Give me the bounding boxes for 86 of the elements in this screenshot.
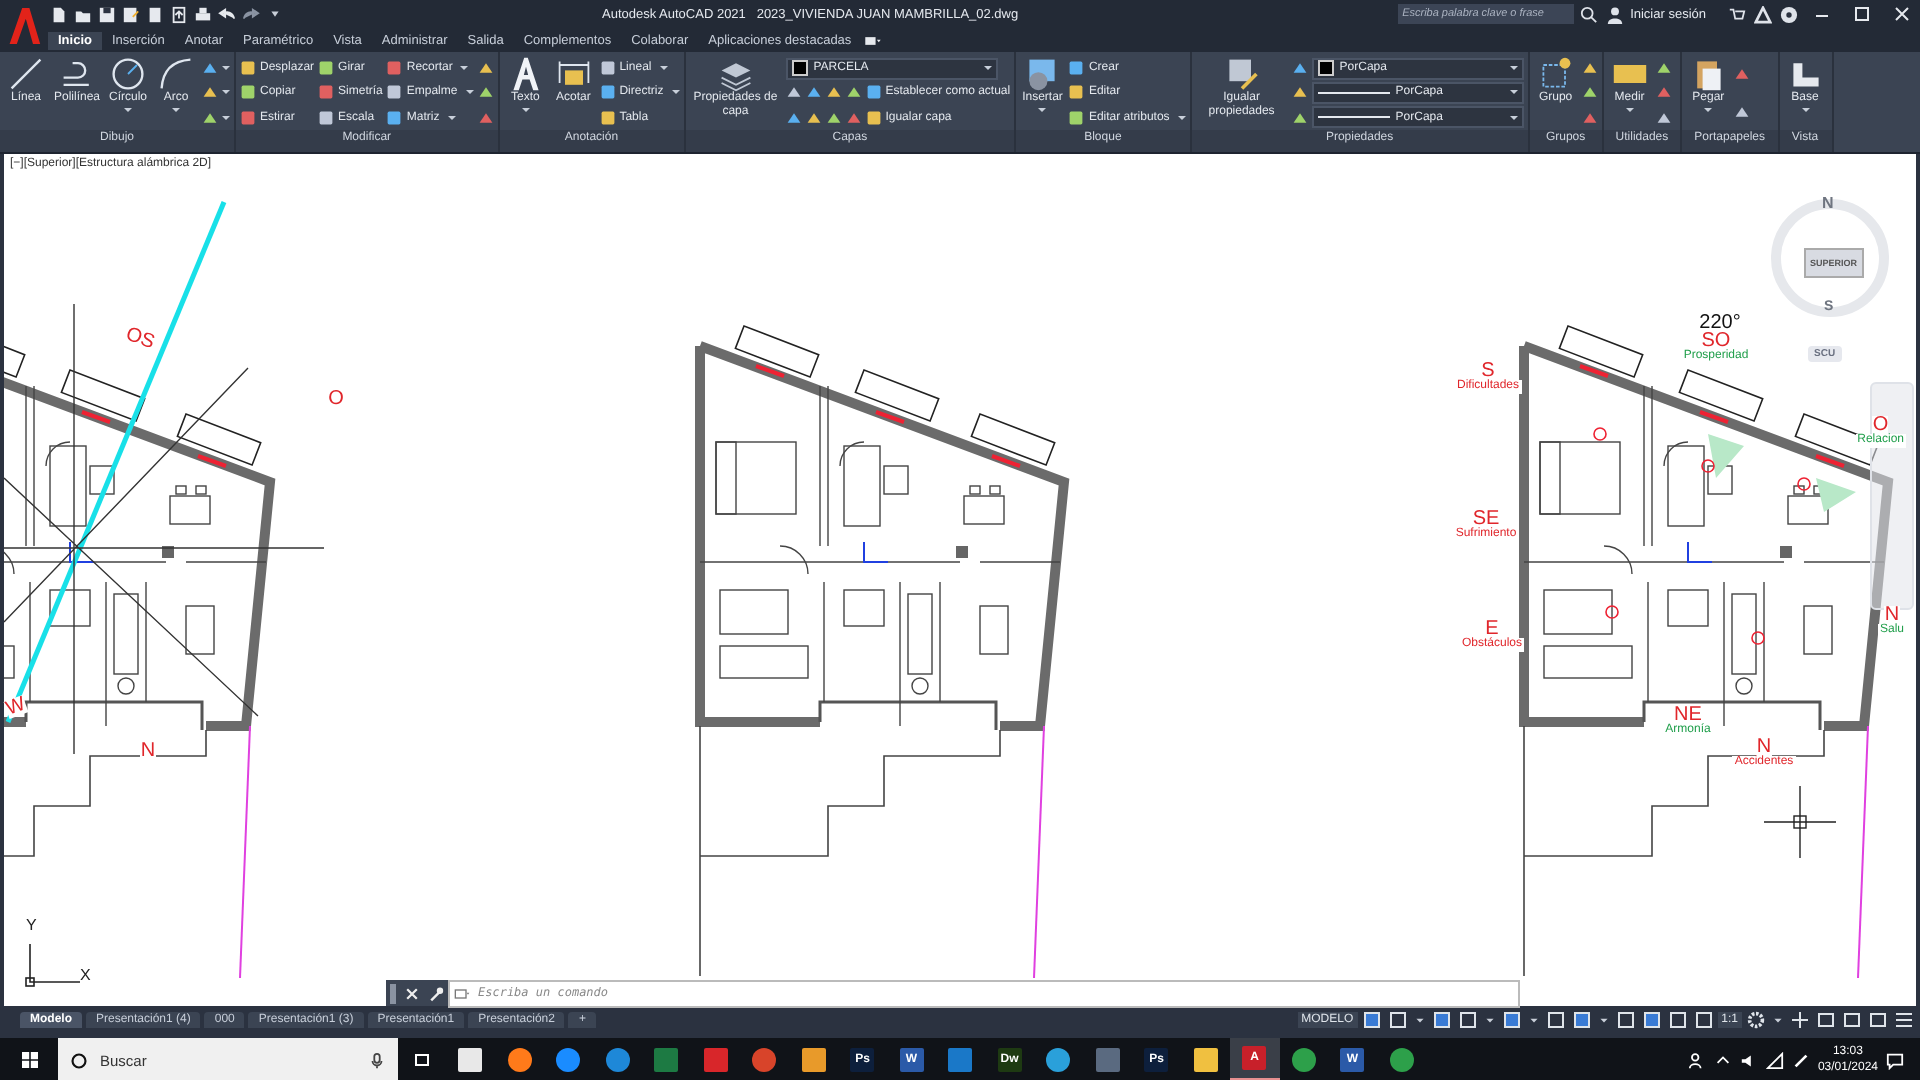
compass-label: 220° (1699, 314, 1741, 332)
tool-icon (1734, 103, 1751, 120)
ribbon-icon-button[interactable] (1655, 84, 1672, 101)
ribbon-icon-button[interactable] (825, 109, 842, 126)
ribbon-icon-button[interactable] (845, 109, 862, 126)
compass-label: O (1872, 416, 1889, 434)
ribbon-icon-button[interactable] (1291, 84, 1308, 101)
ribbon-icon-button[interactable] (785, 109, 802, 126)
viewcube-north[interactable]: N (1822, 194, 1834, 212)
ribbon-icon-button[interactable] (825, 84, 842, 101)
ribbon-icon-button[interactable] (1655, 109, 1672, 126)
chevron-up-icon[interactable] (1713, 1051, 1732, 1069)
polyline-icon (59, 56, 95, 92)
people-icon[interactable] (1687, 1051, 1706, 1069)
ribbon-icon-button[interactable] (1734, 103, 1751, 120)
ribbon-icon-button[interactable] (785, 84, 802, 101)
compass-label: OS (123, 325, 157, 353)
line-icon (8, 56, 44, 92)
panel-toggle-icon[interactable] (863, 31, 882, 49)
compass-label: E (1485, 620, 1499, 638)
ucs-icon (25, 943, 81, 987)
gear-icon[interactable] (1744, 1010, 1768, 1030)
triangle-logo-icon[interactable] (1754, 5, 1772, 23)
compass-label: W (4, 695, 28, 719)
ribbon-icon-button[interactable] (477, 109, 494, 126)
ribbon-icon-button[interactable] (1581, 84, 1598, 101)
task-view-icon[interactable] (412, 1050, 432, 1070)
microphone-icon[interactable] (368, 1051, 386, 1069)
compass-label: N (1756, 738, 1772, 756)
close-icon[interactable] (404, 985, 420, 1001)
command-prompt-icon (454, 985, 470, 1001)
windows-start-icon[interactable] (20, 1050, 40, 1070)
menu-icon[interactable] (1892, 1010, 1916, 1030)
compass-label: NE (1674, 706, 1702, 724)
compass-label: S (1481, 362, 1495, 380)
notifications-icon[interactable] (1886, 1051, 1904, 1069)
crosshair-cursor (1763, 785, 1837, 859)
ribbon-icon-button[interactable] (202, 84, 231, 101)
lineweight-line (1317, 91, 1390, 94)
color-swatch (791, 60, 808, 77)
save-as-icon[interactable] (122, 5, 140, 23)
match-properties-icon (1223, 56, 1260, 92)
save-icon[interactable] (98, 5, 116, 23)
ribbon-icon-button[interactable] (1581, 60, 1598, 77)
open-folder-icon[interactable] (74, 5, 92, 23)
ribbon-icon-button[interactable] (202, 60, 231, 77)
ribbon-icon-button[interactable] (1581, 109, 1598, 126)
compass-label: O (328, 390, 344, 408)
ribbon-icon-button[interactable] (202, 109, 231, 126)
compass-label: N (140, 742, 156, 760)
redo-icon[interactable] (242, 5, 260, 23)
search-icon (70, 1051, 88, 1069)
new-file-icon[interactable] (50, 5, 68, 23)
ribbon-icon-button[interactable] (477, 84, 494, 101)
ribbon-icon-button[interactable] (1291, 109, 1308, 126)
axis-label: X (80, 966, 91, 984)
upload-icon[interactable] (170, 5, 188, 23)
ribbon-icon-button[interactable] (477, 60, 494, 77)
compass-label: SO (1701, 332, 1731, 350)
ribbon-icon-button[interactable] (805, 84, 822, 101)
insert-block-icon (1024, 56, 1061, 92)
document-icon[interactable] (146, 5, 164, 23)
circle-icon (110, 56, 147, 92)
ribbon-icon-button[interactable] (1734, 66, 1751, 83)
viewcube-ring (1771, 199, 1889, 317)
color-swatch (1317, 60, 1334, 77)
plus-icon[interactable] (1788, 1010, 1812, 1030)
ribbon-icon-button[interactable] (845, 84, 862, 101)
wrench-icon[interactable] (428, 985, 444, 1001)
user-icon[interactable] (1606, 5, 1625, 23)
undo-icon[interactable] (218, 5, 236, 23)
arc-icon (158, 56, 195, 92)
printer-icon[interactable] (194, 5, 212, 23)
ribbon-icon-button[interactable] (1655, 60, 1672, 77)
ribbon-icon-button[interactable] (1291, 60, 1308, 77)
search-icon[interactable] (1580, 5, 1599, 23)
group-icon (1537, 56, 1574, 92)
maximize-icon[interactable] (1852, 4, 1872, 24)
axis-label: Y (26, 916, 37, 934)
cart-icon[interactable] (1728, 5, 1746, 23)
compass-label: SE (1472, 510, 1500, 528)
close-icon[interactable] (1892, 4, 1912, 24)
compass-label: N (1884, 606, 1900, 624)
ribbon-icon-button[interactable] (805, 109, 822, 126)
tool-icon (1734, 66, 1751, 83)
lineweight-line (1317, 116, 1390, 119)
